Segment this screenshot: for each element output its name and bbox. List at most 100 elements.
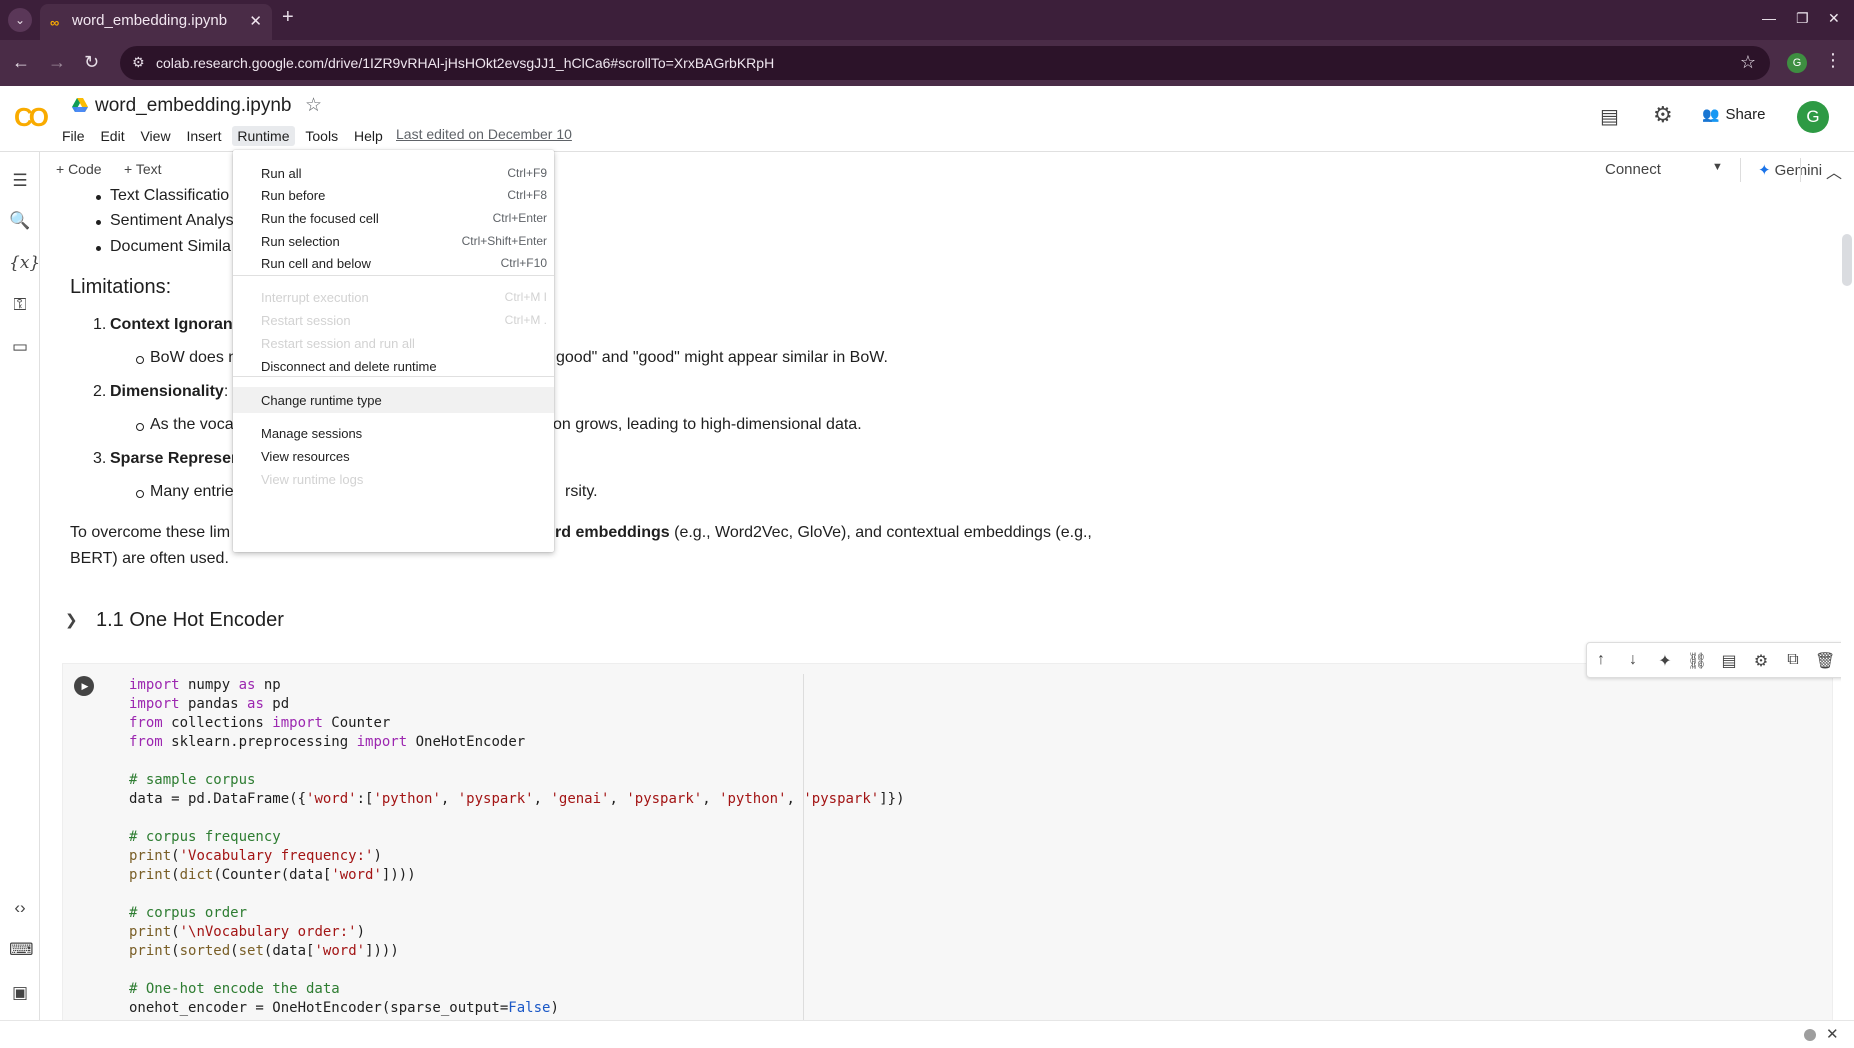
menu-item-shortcut: Ctrl+Shift+Enter <box>461 234 547 248</box>
limitation-title-colon: : <box>223 383 229 400</box>
people-icon: 👥 <box>1702 106 1720 122</box>
files-folder-icon[interactable]: ▭ <box>9 336 31 358</box>
content-scrollbar[interactable] <box>1842 234 1852 286</box>
comment-icon[interactable]: ▤ <box>1719 651 1739 671</box>
paragraph-text: To overcome these lim <box>70 524 231 541</box>
move-cell-up-icon[interactable]: ↑ <box>1591 651 1611 669</box>
star-notebook-icon[interactable]: ☆ <box>305 94 322 117</box>
menu-item-disconnect-and-delete-runtime[interactable]: Disconnect and delete runtime <box>233 353 554 379</box>
status-bar: ✕ <box>0 1020 1854 1048</box>
menu-item-change-runtime-type[interactable]: Change runtime type <box>233 387 554 413</box>
menu-item-run-cell-and-below[interactable]: Run cell and below Ctrl+F10 <box>233 250 554 276</box>
forward-icon[interactable]: → <box>48 52 66 73</box>
variables-icon[interactable]: {x} <box>9 252 40 274</box>
search-icon[interactable]: 🔍 <box>9 210 31 232</box>
limitation-detail: Many entrie <box>136 483 234 500</box>
menu-view[interactable]: View <box>140 128 170 144</box>
copy-link-icon[interactable]: ⛓ <box>1687 651 1707 671</box>
code-snippets-icon[interactable]: ‹› <box>9 897 31 919</box>
settings-gear-icon[interactable]: ⚙ <box>1653 102 1673 128</box>
address-bar[interactable]: ⚙ colab.research.google.com/drive/1IZR9v… <box>120 46 1770 80</box>
status-close-icon[interactable]: ✕ <box>1826 1025 1839 1043</box>
window-close-button[interactable]: ✕ <box>1828 10 1840 27</box>
menu-help[interactable]: Help <box>354 128 383 144</box>
gemini-button[interactable]: ✦ Gemini <box>1758 161 1822 179</box>
code-line: import numpy as np <box>129 677 281 693</box>
run-cell-play-icon[interactable]: ▶ <box>74 676 94 696</box>
tab-close-icon[interactable]: ✕ <box>249 12 262 30</box>
paragraph-text-rest: (e.g., Word2Vec, GloVe), and contextual … <box>669 524 1092 541</box>
mirror-cell-icon[interactable]: ⧉ <box>1783 651 1803 669</box>
code-line: print('\nVocabulary order:') <box>129 924 366 940</box>
code-line: from collections import Counter <box>129 715 391 731</box>
code-line: print(dict(Counter(data['word']))) <box>129 867 416 883</box>
add-text-button[interactable]: + Text <box>124 161 162 177</box>
table-of-contents-icon[interactable]: ☰ <box>9 170 31 192</box>
comments-icon[interactable]: ▤ <box>1600 104 1619 129</box>
paragraph-text-line2: BERT) are often used. <box>70 550 229 567</box>
menu-item-label: Interrupt execution <box>261 290 369 305</box>
menu-item-label: View runtime logs <box>261 472 364 487</box>
browser-tab-strip: ⌄ ∞ word_embedding.ipynb ✕ + — ❐ ✕ <box>0 0 1854 40</box>
menu-insert[interactable]: Insert <box>186 128 221 144</box>
terminal-icon[interactable]: ▣ <box>9 982 31 1004</box>
list-number: 2. <box>93 383 107 400</box>
user-avatar[interactable]: G <box>1797 101 1829 133</box>
code-editor[interactable]: import numpy as np import pandas as pd fro… <box>129 676 905 1018</box>
minimize-button[interactable]: — <box>1762 10 1776 26</box>
limitation-title: Sparse Represen <box>110 450 241 467</box>
gemini-cell-sparkle-icon[interactable]: ✦ <box>1655 651 1675 671</box>
gemini-sparkle-icon: ✦ <box>1758 162 1771 179</box>
bookmark-star-icon[interactable]: ☆ <box>1740 52 1756 73</box>
browser-tab[interactable]: ∞ word_embedding.ipynb ✕ <box>40 4 272 40</box>
list-number: 3. <box>93 450 107 467</box>
url-text[interactable]: colab.research.google.com/drive/1IZR9vRH… <box>156 55 774 71</box>
notebook-title[interactable]: word_embedding.ipynb <box>95 95 291 117</box>
menu-file[interactable]: File <box>62 128 85 144</box>
code-line: import pandas as pd <box>129 696 290 712</box>
list-item: Sentiment Analys <box>96 212 234 229</box>
runtime-status-dot <box>1804 1029 1816 1041</box>
share-button[interactable]: 👥 Share <box>1702 106 1765 123</box>
command-palette-icon[interactable]: ⌨ <box>9 939 34 961</box>
connect-button[interactable]: Connect <box>1605 161 1661 178</box>
limitation-detail-continued: on grows, leading to high-dimensional da… <box>553 416 862 433</box>
list-item: Document Simila <box>96 238 231 255</box>
section-collapse-chevron-icon[interactable]: ❯ <box>65 611 78 629</box>
colab-favicon-icon: ∞ <box>50 15 59 30</box>
site-info-icon[interactable]: ⚙ <box>132 54 145 71</box>
secrets-key-icon[interactable]: ⚿ <box>9 294 31 316</box>
cell-settings-gear-icon[interactable]: ⚙ <box>1751 651 1771 671</box>
menu-tools[interactable]: Tools <box>305 128 338 144</box>
browser-menu-icon[interactable]: ⋮ <box>1824 50 1842 71</box>
add-code-button[interactable]: + Code <box>56 161 102 177</box>
new-tab-button[interactable]: + <box>282 6 294 29</box>
google-drive-icon <box>72 98 88 112</box>
menu-item-label: Run before <box>261 188 326 203</box>
menu-item-label: Disconnect and delete runtime <box>261 359 437 374</box>
maximize-button[interactable]: ❐ <box>1796 10 1809 27</box>
move-cell-down-icon[interactable]: ↓ <box>1623 651 1643 669</box>
runtime-menu: Run all Ctrl+F9 Run before Ctrl+F8 Run the f… <box>233 150 554 552</box>
back-icon[interactable]: ← <box>12 52 30 73</box>
colab-logo[interactable]: CO <box>14 102 49 133</box>
limitations-heading: Limitations: <box>70 276 172 298</box>
share-label: Share <box>1725 106 1766 123</box>
limitation-title: Context Ignoranc <box>110 316 242 333</box>
tab-search-button[interactable]: ⌄ <box>8 8 32 32</box>
reload-icon[interactable]: ↻ <box>84 52 99 73</box>
code-cell[interactable]: ▶ import numpy as np import pandas as pd f… <box>62 663 1833 1020</box>
menu-runtime[interactable]: Runtime <box>232 126 295 146</box>
delete-cell-trash-icon[interactable]: 🗑 <box>1815 651 1835 671</box>
menu-item-label: View resources <box>261 449 350 464</box>
menu-item-label: Run the focused cell <box>261 211 379 226</box>
code-line: onehot_encoder = OneHotEncoder(sparse_ou… <box>129 1000 559 1016</box>
colab-header: CO word_embedding.ipynb ☆ File Edit View… <box>0 86 1854 152</box>
connect-dropdown-icon[interactable]: ▼ <box>1712 161 1723 173</box>
collapse-header-icon[interactable]: ︿ <box>1826 159 1842 183</box>
paragraph-text-continued: rd embeddings (e.g., Word2Vec, GloVe), a… <box>555 524 1092 542</box>
last-edited-link[interactable]: Last edited on December 10 <box>396 126 572 142</box>
menu-edit[interactable]: Edit <box>100 128 124 144</box>
browser-profile-avatar[interactable]: G <box>1787 53 1807 73</box>
code-line: print('Vocabulary frequency:') <box>129 848 382 864</box>
